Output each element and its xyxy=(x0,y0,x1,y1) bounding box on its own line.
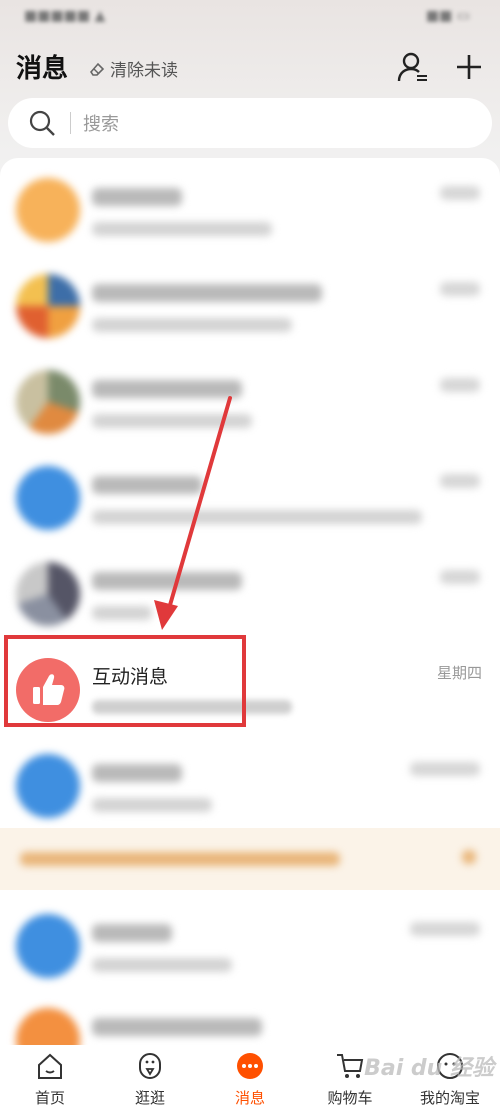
avatar xyxy=(16,754,80,818)
message-time xyxy=(410,762,480,776)
message-preview xyxy=(92,318,292,332)
avatar xyxy=(16,370,80,434)
message-row[interactable] xyxy=(0,164,500,260)
plus-icon[interactable] xyxy=(452,50,486,84)
explore-icon xyxy=(139,1053,161,1079)
header: 消息 清除未读 xyxy=(0,44,500,94)
search-bar[interactable]: 搜索 xyxy=(8,98,492,148)
message-preview xyxy=(92,222,272,236)
message-time: 星期四 xyxy=(436,664,482,682)
notice-chevron xyxy=(462,850,476,864)
message-name xyxy=(92,764,182,782)
avatar xyxy=(16,466,80,530)
tab-label: 消息 xyxy=(234,1089,265,1107)
search-input[interactable]: 搜索 xyxy=(83,110,119,136)
notice-text xyxy=(20,852,340,866)
contacts-icon[interactable] xyxy=(396,50,430,84)
highlight-box xyxy=(4,635,246,727)
avatar xyxy=(16,1008,80,1050)
message-row[interactable] xyxy=(0,452,500,548)
message-icon xyxy=(237,1053,263,1079)
message-preview xyxy=(92,798,212,812)
message-row[interactable] xyxy=(0,356,500,452)
status-left: ■■■■■ ▲ xyxy=(24,8,106,24)
avatar xyxy=(16,562,80,626)
home-icon xyxy=(38,1053,62,1079)
clear-unread-label: 清除未读 xyxy=(110,61,178,81)
search-separator xyxy=(70,112,71,134)
page-title: 消息 xyxy=(16,54,69,84)
status-right: ■■ ▭ xyxy=(425,8,470,24)
message-name xyxy=(92,924,172,942)
message-name xyxy=(92,380,242,398)
message-preview xyxy=(92,958,232,972)
avatar xyxy=(16,914,80,978)
message-list: 互动消息 星期四 xyxy=(0,158,500,1050)
message-time xyxy=(440,282,480,296)
message-time xyxy=(440,570,480,584)
tab-explore[interactable]: 逛逛 xyxy=(100,1045,200,1111)
message-time xyxy=(440,378,480,392)
message-time xyxy=(440,474,480,488)
message-name xyxy=(92,284,322,302)
message-preview xyxy=(92,606,152,620)
message-name xyxy=(92,1018,262,1036)
message-time xyxy=(410,922,480,936)
message-row[interactable] xyxy=(0,994,500,1050)
message-row[interactable] xyxy=(0,900,500,996)
tab-label: 我的淘宝 xyxy=(419,1089,480,1107)
message-row[interactable] xyxy=(0,740,500,836)
message-time xyxy=(440,186,480,200)
message-name xyxy=(92,572,242,590)
status-bar: ■■■■■ ▲ ■■ ▭ xyxy=(0,0,500,36)
baidu-watermark: Bai du 经验 xyxy=(364,1056,494,1081)
avatar xyxy=(16,178,80,242)
message-row[interactable] xyxy=(0,548,500,644)
tab-messages[interactable]: 消息 xyxy=(200,1045,300,1111)
message-name xyxy=(92,188,182,206)
clear-unread-button[interactable]: 清除未读 xyxy=(88,56,178,81)
tab-label: 首页 xyxy=(34,1089,65,1107)
tab-home[interactable]: 首页 xyxy=(0,1045,100,1111)
tab-label: 逛逛 xyxy=(134,1089,165,1107)
eraser-icon xyxy=(89,62,105,76)
message-preview xyxy=(92,510,422,524)
search-icon xyxy=(29,110,55,136)
message-row[interactable] xyxy=(0,260,500,356)
message-name xyxy=(92,476,202,494)
cart-icon xyxy=(337,1054,364,1078)
avatar xyxy=(16,274,80,338)
tab-label: 购物车 xyxy=(327,1089,373,1107)
notice-banner[interactable] xyxy=(0,828,500,890)
message-preview xyxy=(92,414,252,428)
